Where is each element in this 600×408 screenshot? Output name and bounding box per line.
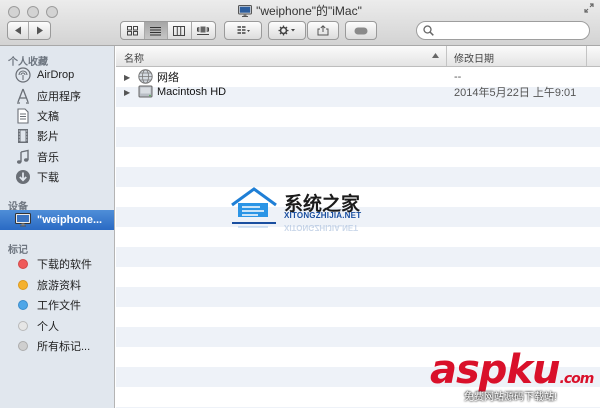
- imac-icon: [15, 212, 31, 228]
- sidebar-item-label: 下载的软件: [37, 259, 92, 271]
- column-view-icon: [173, 25, 186, 36]
- airdrop-icon: [15, 67, 31, 83]
- sidebar-item-label: "weiphone...: [37, 214, 103, 226]
- action-dropdown[interactable]: [268, 21, 306, 40]
- sidebar-item-downloads[interactable]: 下载: [0, 167, 114, 187]
- share-button[interactable]: [307, 21, 339, 40]
- sidebar-item-label: 所有标记...: [37, 341, 91, 353]
- action-button[interactable]: [269, 22, 305, 39]
- sidebar-item-label: 个人: [37, 321, 59, 333]
- sidebar: 个人收藏 AirDrop 应用程序 文稿 影片 音乐 下载 设备 "weipho…: [0, 46, 115, 408]
- xitongzhijia-logo-icon: [231, 187, 277, 228]
- view-coverflow-button[interactable]: [192, 22, 215, 39]
- imac-icon: [238, 4, 253, 17]
- search-input[interactable]: [438, 23, 582, 38]
- sidebar-item-label: 音乐: [37, 152, 59, 164]
- sidebar-item-imac[interactable]: "weiphone...: [0, 210, 114, 230]
- arrange-button[interactable]: [225, 22, 261, 39]
- gray-tag-dot: [18, 321, 28, 331]
- aspku-brand: aspku: [430, 347, 561, 393]
- sidebar-item-label: 下载: [37, 172, 59, 184]
- disclosure-triangle-icon[interactable]: ▶: [124, 88, 130, 97]
- xitongzhijia-url: XITONGZHIJIA.NET: [284, 211, 362, 220]
- back-arrow-icon: [15, 26, 21, 35]
- downloads-icon: [15, 169, 31, 185]
- file-date-modified: 2014年5月22日 上午9:01: [454, 87, 577, 99]
- sort-ascending-icon: [432, 53, 439, 58]
- arrange-dropdown[interactable]: [224, 21, 262, 40]
- back-forward-buttons: [7, 21, 51, 40]
- sidebar-tag-downloaded-software[interactable]: 下载的软件: [0, 254, 114, 274]
- sidebar-item-label: AirDrop: [37, 69, 75, 81]
- applications-icon: [15, 88, 31, 104]
- column-header-name[interactable]: 名称: [124, 50, 144, 65]
- documents-icon: [15, 108, 31, 124]
- sidebar-tag-personal[interactable]: 个人: [0, 316, 114, 336]
- file-name: Macintosh HD: [157, 86, 227, 98]
- column-header-bar: 名称 修改日期: [116, 46, 600, 67]
- file-row-macintosh-hd[interactable]: ▶ Macintosh HD 2014年5月22日 上午9:01: [116, 82, 600, 102]
- edit-tags-button[interactable]: [345, 21, 377, 40]
- share-cell[interactable]: [308, 22, 338, 39]
- sidebar-item-movies[interactable]: 影片: [0, 126, 114, 146]
- aspku-tagline: 免费网站源码下载站!: [464, 392, 557, 403]
- sidebar-item-label: 工作文件: [37, 300, 81, 312]
- orange-tag-dot: [18, 280, 28, 290]
- list-view-icon: [150, 26, 162, 36]
- back-button[interactable]: [8, 22, 30, 39]
- hard-drive-icon: [138, 85, 153, 98]
- window-toolbar: "weiphone"的"iMac": [0, 0, 600, 46]
- window-title-bar: "weiphone"的"iMac": [0, 2, 600, 19]
- search-icon: [423, 25, 434, 36]
- view-mode-buttons: [120, 21, 216, 40]
- sidebar-all-tags[interactable]: 所有标记...: [0, 336, 114, 356]
- forward-button[interactable]: [29, 22, 50, 39]
- view-icons-button[interactable]: [121, 22, 145, 39]
- column-header-date-modified[interactable]: 修改日期: [454, 50, 494, 65]
- column-divider[interactable]: [586, 46, 587, 66]
- view-list-button[interactable]: [144, 22, 168, 39]
- blue-tag-dot: [18, 300, 28, 310]
- aspku-watermark: aspku.com 免费网站源码下载站!: [430, 350, 600, 408]
- icon-view-icon: [126, 25, 138, 35]
- sidebar-tag-work-files[interactable]: 工作文件: [0, 295, 114, 315]
- view-columns-button[interactable]: [168, 22, 192, 39]
- sidebar-item-label: 应用程序: [37, 91, 81, 103]
- tags-cell[interactable]: [346, 22, 376, 39]
- window-title: "weiphone"的"iMac": [256, 4, 362, 18]
- sidebar-item-label: 旅游资料: [37, 280, 81, 292]
- movies-icon: [15, 128, 31, 144]
- arrange-grid-icon: [237, 25, 250, 34]
- column-divider[interactable]: [446, 46, 447, 66]
- red-tag-dot: [18, 259, 28, 269]
- sidebar-item-label: 影片: [37, 131, 59, 143]
- sidebar-item-label: 文稿: [37, 111, 59, 123]
- sidebar-item-applications[interactable]: 应用程序: [0, 86, 114, 106]
- disclosure-triangle-icon[interactable]: ▶: [124, 73, 130, 82]
- sidebar-tag-travel-materials[interactable]: 旅游资料: [0, 275, 114, 295]
- all-tags-dot: [18, 341, 28, 351]
- share-icon: [317, 25, 329, 36]
- sidebar-item-music[interactable]: 音乐: [0, 147, 114, 167]
- xitongzhijia-url-reflection: XITONGZHIJIA.NET: [284, 223, 359, 232]
- music-icon: [15, 149, 31, 165]
- sidebar-item-documents[interactable]: 文稿: [0, 106, 114, 126]
- aspku-domain: .com: [559, 371, 595, 387]
- tag-icon: [354, 27, 368, 34]
- coverflow-view-icon: [197, 26, 210, 35]
- gear-icon: [278, 25, 295, 36]
- fullscreen-icon[interactable]: [584, 3, 594, 13]
- sidebar-item-airdrop[interactable]: AirDrop: [0, 65, 114, 85]
- forward-arrow-icon: [36, 26, 43, 35]
- search-field[interactable]: [416, 21, 590, 40]
